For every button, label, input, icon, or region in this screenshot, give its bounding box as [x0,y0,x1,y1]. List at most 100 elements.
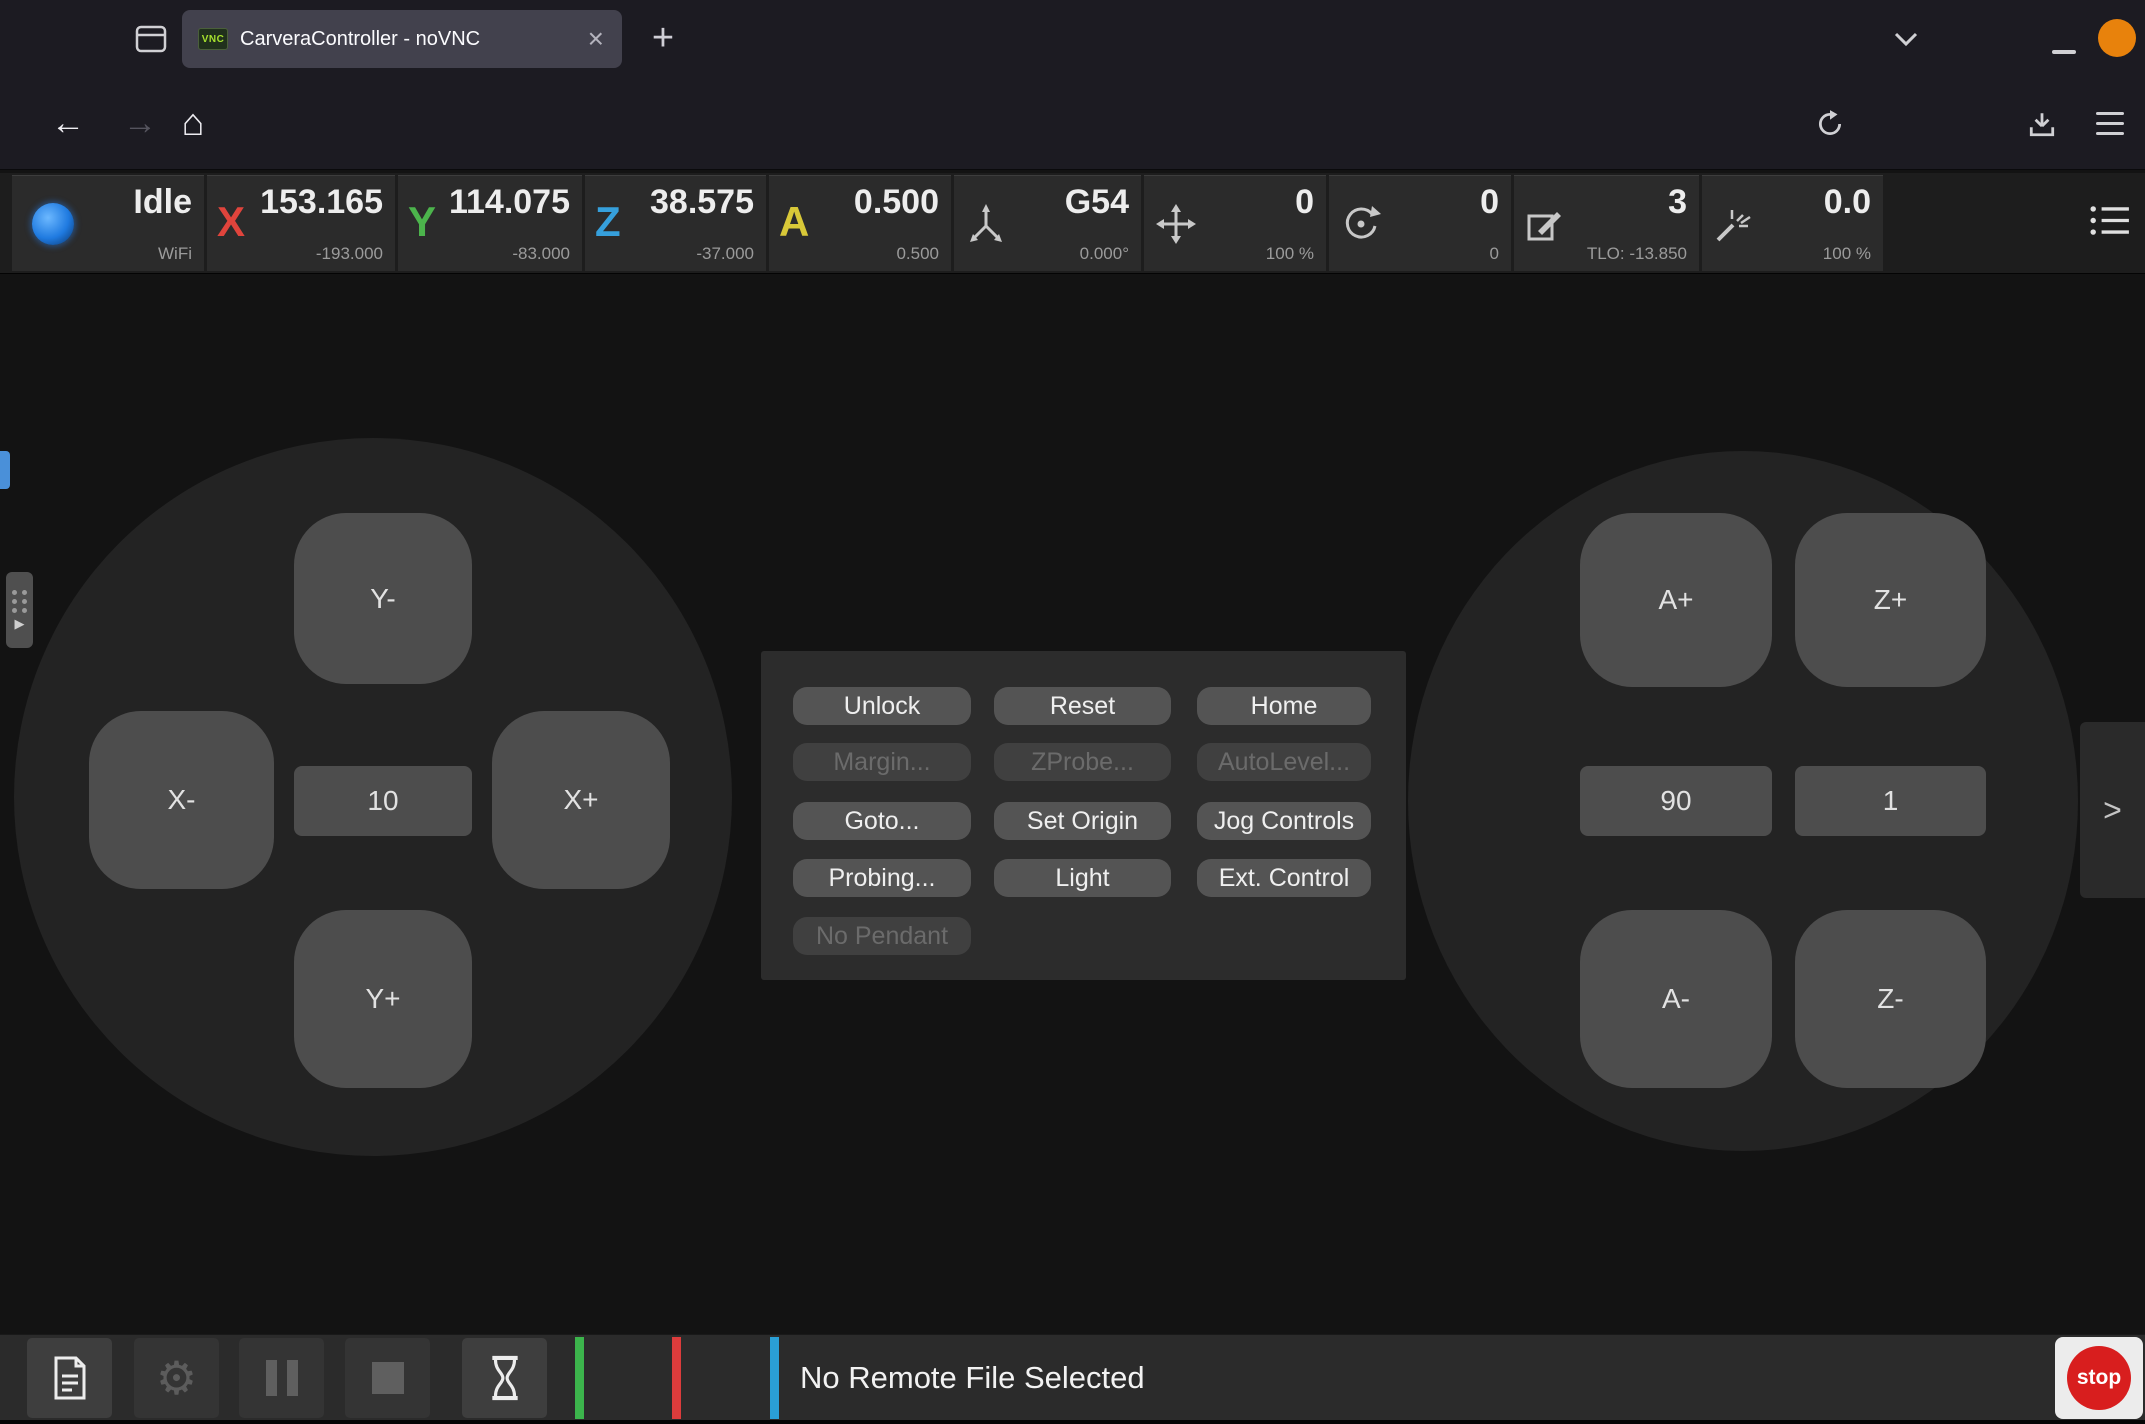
axis-x-machine-value: -193.000 [316,244,383,264]
tool-number: 3 [1668,183,1687,222]
reload-icon[interactable] [1802,77,1858,170]
tool-segment[interactable]: 3 TLO: -13.850 [1514,175,1699,271]
reset-button[interactable]: Reset [994,687,1171,725]
jog-a-minus-button[interactable]: A- [1580,910,1772,1088]
new-tab-button[interactable]: + [640,14,686,62]
ext-control-button[interactable]: Ext. Control [1197,859,1371,897]
pause-button [239,1338,324,1418]
zprobe-button: ZProbe... [994,743,1171,781]
bottom-strip [0,1420,2145,1424]
progress-bar-blue [770,1337,779,1419]
file-icon [48,1352,92,1404]
progress-bar-green [575,1337,584,1419]
list-all-tabs-chevron-icon[interactable] [1892,30,1920,53]
tool-icon [1524,202,1568,246]
unlock-button[interactable]: Unlock [793,687,971,725]
home-machine-button[interactable]: Home [1197,687,1371,725]
move-arrows-icon [1154,202,1198,246]
status-menu-icon[interactable] [2089,204,2131,243]
hourglass-icon [486,1353,524,1403]
laser-segment[interactable]: 0.0 100 % [1702,175,1883,271]
spindle-sub: 0 [1490,244,1499,264]
feed-override: 100 % [1266,244,1314,264]
xy-step-button[interactable]: 10 [294,766,472,836]
set-origin-button[interactable]: Set Origin [994,802,1171,840]
handle-arrow-icon: ▶ [15,617,25,630]
progress-bar-red [672,1337,681,1419]
jog-a-plus-button[interactable]: A+ [1580,513,1772,687]
margin-button: Margin... [793,743,971,781]
axis-y-label: Y [408,198,436,246]
window-minimize-button[interactable] [2052,50,2076,54]
cnc-status-bar: Idle WiFi X 153.165 -193.000 Y 114.075 -… [0,173,2145,274]
expand-panel-button[interactable]: > [2080,722,2145,898]
browser-nav-bar: ← → ⌂ localhost:8080/vnc.html?path=vnc&a… [0,77,2145,170]
jog-z-minus-button[interactable]: Z- [1795,910,1986,1088]
jog-z-plus-button[interactable]: Z+ [1795,513,1986,687]
browser-tab[interactable]: VNC CarveraController - noVNC × [182,10,622,68]
menu-icon[interactable] [2082,77,2138,170]
jog-y-plus-button[interactable]: Y+ [294,910,472,1088]
jog-y-minus-button[interactable]: Y- [294,513,472,684]
goto-button[interactable]: Goto... [793,802,971,840]
tab-title: CarveraController - noVNC [240,28,574,51]
save-page-icon[interactable] [2014,77,2070,170]
screen: VNC CarveraController - noVNC × + ← → ⌂ … [0,0,2145,1424]
novnc-control-bar-hint[interactable] [0,451,10,489]
axis-x-segment[interactable]: X 153.165 -193.000 [207,175,395,271]
jog-controls-button[interactable]: Jog Controls [1197,802,1371,840]
window-button-orange[interactable] [2098,19,2136,57]
drag-dots-icon [12,590,28,613]
machine-state-segment[interactable]: Idle WiFi [12,175,204,271]
axis-a-value: 0.500 [854,183,939,222]
axis-y-value: 114.075 [449,183,570,222]
wcs-segment[interactable]: G54 0.000° [954,175,1141,271]
browser-tab-bar: VNC CarveraController - noVNC × + [0,0,2145,77]
axis-a-segment[interactable]: A 0.500 0.500 [769,175,951,271]
feed-segment[interactable]: 0 100 % [1144,175,1326,271]
home-button[interactable]: ⌂ [165,77,221,170]
novnc-favicon-icon: VNC [198,28,228,50]
light-button[interactable]: Light [994,859,1171,897]
axis-z-machine-value: -37.000 [696,244,754,264]
control-panel: Unlock Reset Home Margin... ZProbe... Au… [761,651,1406,980]
wcs-value: G54 [1065,183,1129,222]
autolevel-button: AutoLevel... [1197,743,1371,781]
feed-value: 0 [1295,183,1314,222]
bottom-bar: ⚙ No Remote File Selected stop [0,1334,2145,1420]
z-step-button[interactable]: 1 [1795,766,1986,836]
axis-x-label: X [217,198,245,246]
tab-close-icon[interactable]: × [586,25,606,53]
axis-z-value: 38.575 [650,183,754,222]
axis-z-label: Z [595,198,621,246]
laser-override: 100 % [1823,244,1871,264]
jog-x-plus-button[interactable]: X+ [492,711,670,889]
run-time-button[interactable] [462,1338,547,1418]
probing-button[interactable]: Probing... [793,859,971,897]
pause-icon [266,1360,298,1396]
forward-button[interactable]: → [112,77,168,170]
axis-tripod-icon [964,202,1008,246]
axis-x-value: 153.165 [260,183,383,222]
emergency-stop-button[interactable]: stop [2067,1346,2131,1410]
novnc-control-handle[interactable]: ▶ [6,572,33,648]
open-file-button[interactable] [27,1338,112,1418]
axis-y-machine-value: -83.000 [512,244,570,264]
jog-x-minus-button[interactable]: X- [89,711,274,889]
stop-job-button [345,1338,430,1418]
a-step-button[interactable]: 90 [1580,766,1772,836]
axis-y-segment[interactable]: Y 114.075 -83.000 [398,175,582,271]
tab-overview-icon[interactable] [131,22,171,56]
laser-icon [1712,202,1756,246]
axis-z-segment[interactable]: Z 38.575 -37.000 [585,175,766,271]
axis-a-machine-value: 0.500 [896,244,939,264]
machine-state: Idle [133,183,192,222]
back-button[interactable]: ← [40,77,96,170]
connection-status-icon [32,203,74,245]
settings-button: ⚙ [134,1338,219,1418]
spindle-rotation-icon [1339,202,1383,246]
emergency-stop-chip[interactable]: stop [2055,1337,2143,1419]
spindle-segment[interactable]: 0 0 [1329,175,1511,271]
spindle-value: 0 [1480,183,1499,222]
axis-a-label: A [779,198,809,246]
